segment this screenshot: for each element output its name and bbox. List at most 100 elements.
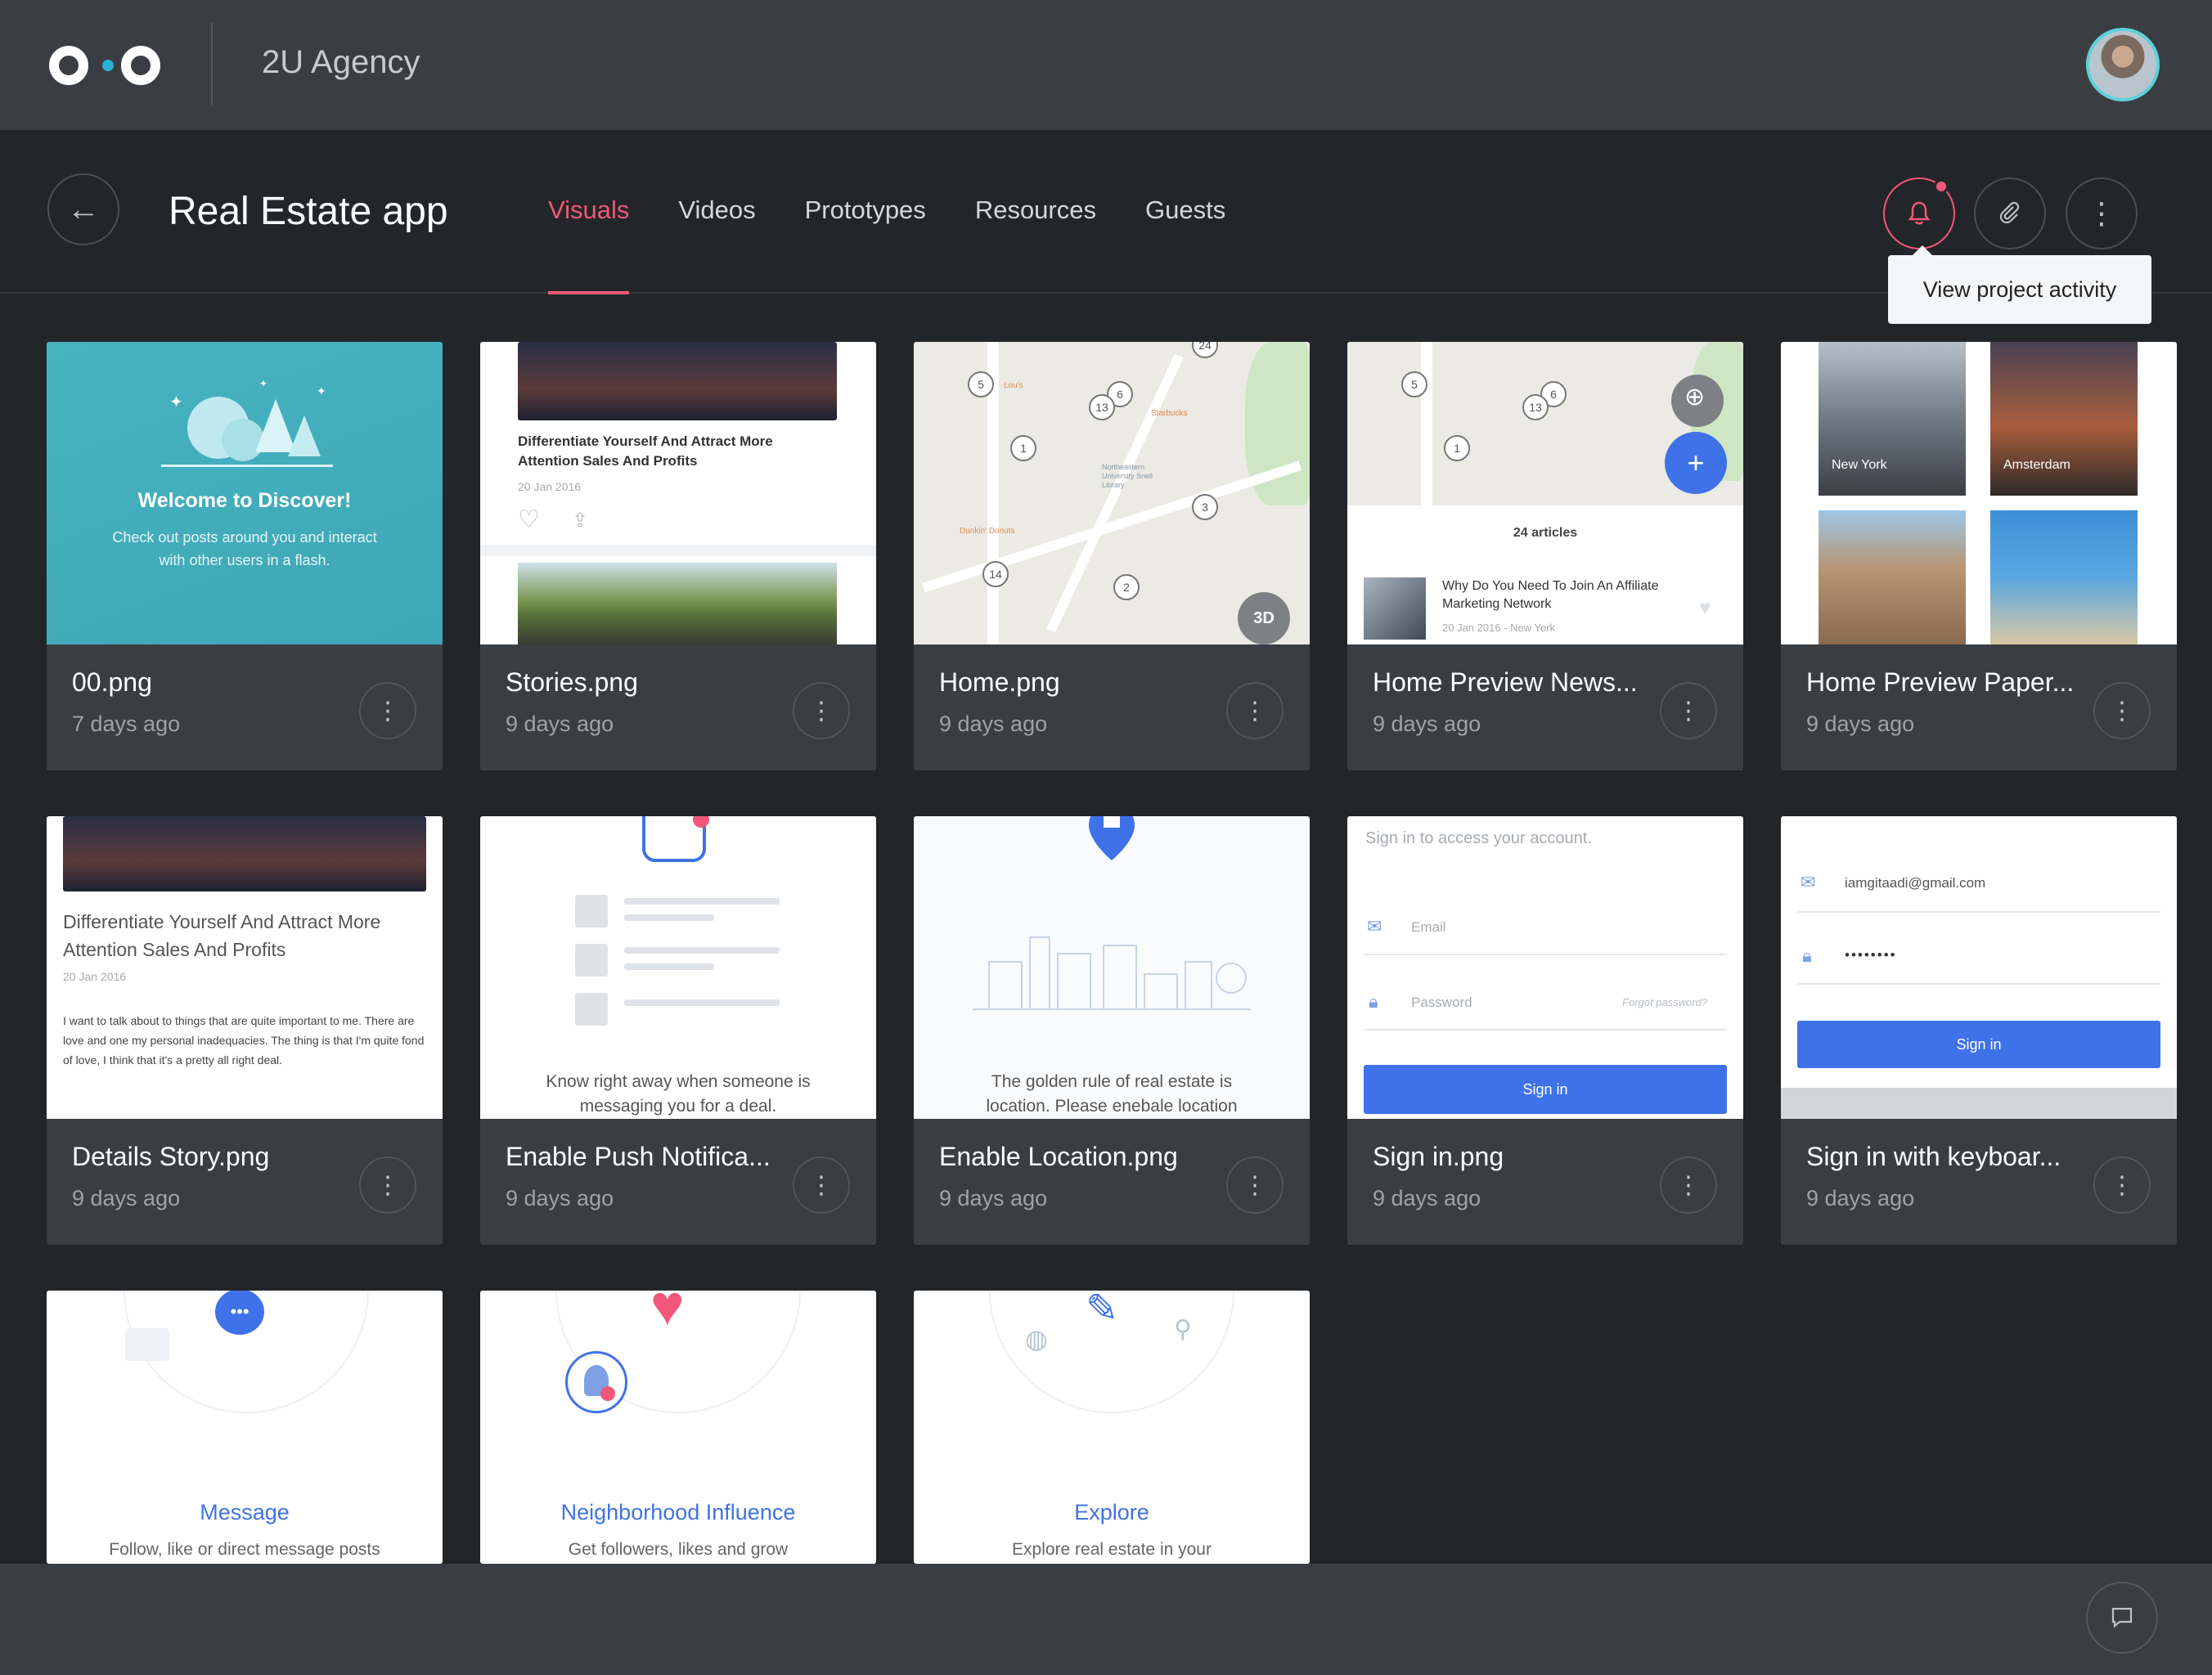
thumb-date: 20 Jan 2016	[63, 970, 127, 983]
app-logo[interactable]	[49, 43, 164, 88]
file-card[interactable]: ✎ ◍ ⚲ Explore Explore real estate in you…	[914, 1291, 1310, 1564]
tab-resources[interactable]: Resources	[975, 195, 1096, 294]
tab-prototypes[interactable]: Prototypes	[805, 195, 926, 294]
file-card[interactable]: ••• Message Follow, like or direct messa…	[47, 1291, 443, 1564]
map-pin[interactable]: 3	[1192, 494, 1218, 520]
file-card[interactable]: New York Amsterdam Home Preview Paper...…	[1781, 342, 2177, 770]
city-label: Amsterdam	[2003, 458, 2070, 472]
add-button[interactable]: +	[1665, 432, 1727, 494]
map-pin[interactable]: 1	[1010, 435, 1036, 461]
tab-videos[interactable]: Videos	[678, 195, 755, 294]
email-field[interactable]: iamgitaadi@gmail.com	[1845, 875, 1985, 891]
city-card[interactable]	[1819, 510, 1966, 644]
map-pin[interactable]: 5	[968, 371, 994, 397]
file-thumbnail[interactable]: The golden rule of real estate is locati…	[914, 816, 1310, 1119]
file-thumbnail[interactable]: ✎ ◍ ⚲ Explore Explore real estate in you…	[914, 1291, 1310, 1564]
compass-icon: ✎	[1086, 1291, 1119, 1331]
heart-icon: ♥	[1699, 597, 1711, 619]
back-button[interactable]: ←	[47, 173, 119, 245]
file-date: 9 days ago	[72, 1186, 181, 1210]
file-menu-button[interactable]: ⋮	[1226, 1156, 1284, 1214]
file-thumbnail[interactable]: Know right away when someone is messagin…	[480, 816, 876, 1119]
file-menu-button[interactable]: ⋮	[1660, 682, 1717, 739]
more-vertical-icon: ⋮	[2087, 196, 2116, 230]
file-name[interactable]: Enable Location.png	[939, 1142, 1178, 1172]
file-thumbnail[interactable]: 5 6 13 1 3 2 14 24 Lou's Starbucks North…	[914, 342, 1310, 644]
file-card[interactable]: The golden rule of real estate is locati…	[914, 816, 1310, 1245]
signin-button[interactable]: Sign in	[1364, 1065, 1727, 1114]
badge-icon	[600, 1386, 615, 1401]
map-pin[interactable]: 24	[1192, 342, 1218, 358]
file-card[interactable]: ✉ iamgitaadi@gmail.com 🔒︎ •••••••• Sign …	[1781, 816, 2177, 1245]
file-name[interactable]: 00.png	[72, 667, 152, 698]
file-meta: Enable Push Notifica... 9 days ago ⋮	[480, 1119, 876, 1245]
file-meta: Enable Location.png 9 days ago ⋮	[914, 1119, 1310, 1245]
heart-icon: ♡	[518, 506, 540, 533]
file-menu-button[interactable]: ⋮	[2093, 682, 2151, 739]
file-thumbnail[interactable]: 5 6 13 1 ⊕ + 24 articles Why Do You Need…	[1347, 342, 1743, 644]
file-name[interactable]: Home Preview Paper...	[1806, 667, 2074, 698]
file-card[interactable]: Know right away when someone is messagin…	[480, 816, 876, 1245]
file-thumbnail[interactable]: ••• Message Follow, like or direct messa…	[47, 1291, 443, 1564]
file-thumbnail[interactable]: New York Amsterdam	[1781, 342, 2177, 644]
file-date: 9 days ago	[1806, 1186, 1915, 1210]
map-pin[interactable]: 5	[1401, 371, 1427, 397]
file-name[interactable]: Home Preview News...	[1373, 667, 1638, 698]
workspace-name[interactable]: 2U Agency	[262, 44, 420, 81]
map-pin[interactable]: 2	[1113, 574, 1140, 600]
file-menu-button[interactable]: ⋮	[1226, 682, 1284, 739]
file-name[interactable]: Sign in.png	[1373, 1142, 1504, 1172]
file-menu-button[interactable]: ⋮	[2093, 1156, 2151, 1214]
map-pin[interactable]: 13	[1522, 394, 1549, 420]
top-bar: 2U Agency	[0, 0, 2212, 130]
placeholder-line	[624, 947, 780, 954]
file-menu-button[interactable]: ⋮	[793, 682, 850, 739]
password-field[interactable]: ••••••••	[1845, 947, 1897, 963]
file-thumbnail[interactable]: ✉ iamgitaadi@gmail.com 🔒︎ •••••••• Sign …	[1781, 816, 2177, 1119]
file-thumbnail[interactable]: Differentiate Yourself And Attract More …	[47, 816, 443, 1119]
city-card-new-york[interactable]: New York	[1819, 342, 1966, 496]
file-name[interactable]: Details Story.png	[72, 1142, 269, 1172]
city-card[interactable]	[1990, 510, 2138, 644]
email-field[interactable]: Email	[1411, 919, 1446, 936]
feedback-chat-button[interactable]	[2086, 1582, 2158, 1654]
file-thumbnail[interactable]: Sign in to access your account. ✉ Email …	[1347, 816, 1743, 1119]
file-meta: Sign in.png 9 days ago ⋮	[1347, 1119, 1743, 1245]
share-link-button[interactable]	[1974, 177, 2046, 249]
file-menu-button[interactable]: ⋮	[359, 682, 416, 739]
more-options-button[interactable]: ⋮	[2066, 177, 2138, 249]
file-thumbnail[interactable]: Differentiate Yourself And Attract More …	[480, 342, 876, 644]
password-field[interactable]: Password	[1411, 995, 1472, 1011]
file-thumbnail[interactable]: ♥ Neighborhood Influence Get followers, …	[480, 1291, 876, 1564]
file-name[interactable]: Home.png	[939, 667, 1060, 698]
file-card[interactable]: 5 6 13 1 3 2 14 24 Lou's Starbucks North…	[914, 342, 1310, 770]
forgot-password-link[interactable]: Forgot password?	[1622, 996, 1707, 1008]
tab-visuals[interactable]: Visuals	[548, 195, 630, 294]
file-name[interactable]: Stories.png	[506, 667, 638, 698]
map-pin[interactable]: 14	[982, 561, 1009, 587]
signin-button[interactable]: Sign in	[1797, 1021, 2160, 1068]
map-pin[interactable]: 13	[1089, 394, 1115, 420]
file-card[interactable]: ✦ ✦ ✦ Welcome to Discover! Check out posts…	[47, 342, 443, 770]
user-avatar[interactable]	[2086, 28, 2160, 101]
file-menu-button[interactable]: ⋮	[793, 1156, 850, 1214]
file-name[interactable]: Enable Push Notifica...	[506, 1142, 771, 1172]
file-card[interactable]: Sign in to access your account. ✉ Email …	[1347, 816, 1743, 1245]
thumb-title: Message	[200, 1500, 290, 1525]
tab-guests[interactable]: Guests	[1145, 195, 1225, 294]
file-thumbnail[interactable]: ✦ ✦ ✦ Welcome to Discover! Check out posts…	[47, 342, 443, 644]
3d-toggle-button[interactable]: 3D	[1238, 592, 1290, 644]
activity-button[interactable]	[1883, 177, 1955, 249]
lock-icon: 🔒︎	[1369, 991, 1378, 1012]
file-card[interactable]: 5 6 13 1 ⊕ + 24 articles Why Do You Need…	[1347, 342, 1743, 770]
file-menu-button[interactable]: ⋮	[359, 1156, 416, 1214]
file-card[interactable]: Differentiate Yourself And Attract More …	[47, 816, 443, 1245]
file-card[interactable]: Differentiate Yourself And Attract More …	[480, 342, 876, 770]
locate-button[interactable]: ⊕	[1671, 375, 1724, 427]
file-menu-button[interactable]: ⋮	[1660, 1156, 1717, 1214]
map-pin[interactable]: 1	[1444, 435, 1470, 461]
logo-ring-right	[121, 46, 160, 85]
city-card-amsterdam[interactable]: Amsterdam	[1990, 342, 2138, 496]
file-card[interactable]: ♥ Neighborhood Influence Get followers, …	[480, 1291, 876, 1564]
file-name[interactable]: Sign in with keyboar...	[1806, 1142, 2061, 1172]
